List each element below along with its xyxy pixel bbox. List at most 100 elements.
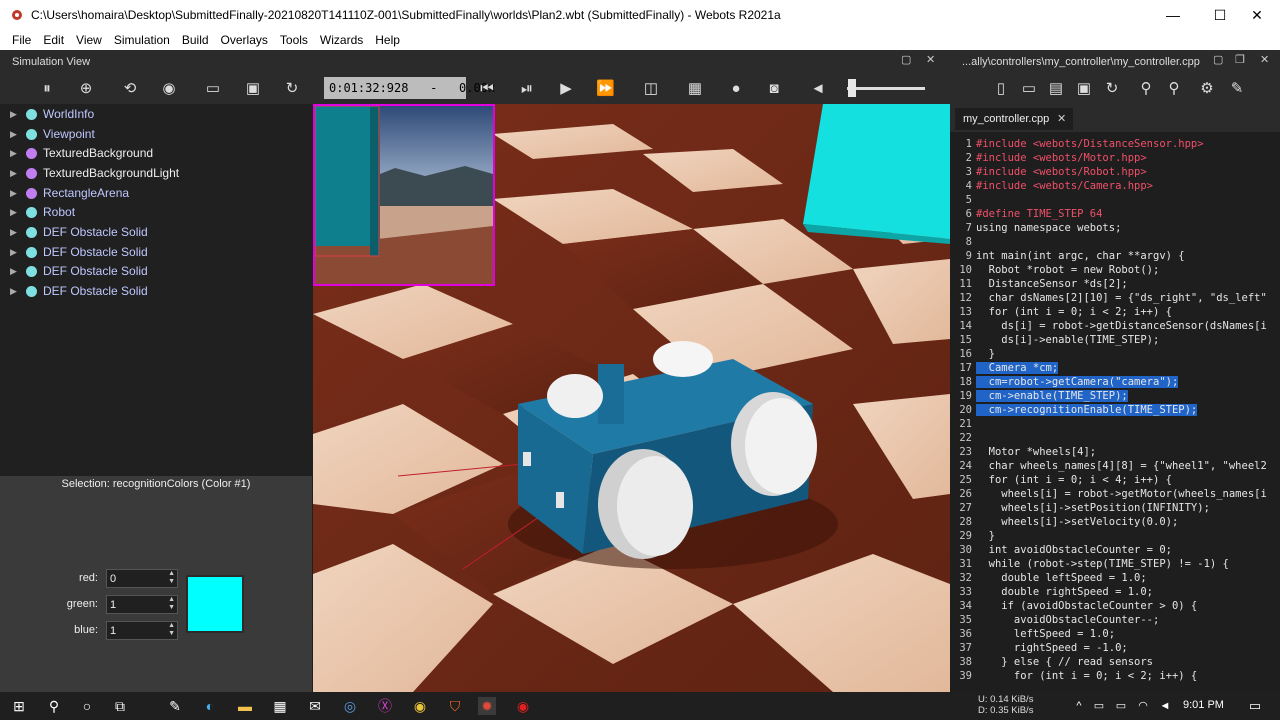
menu-help[interactable]: Help (375, 33, 400, 47)
notepad-icon[interactable]: ✎ (166, 697, 184, 715)
code-line[interactable]: 38 } else { // read sensors (950, 655, 1153, 669)
menu-wizards[interactable]: Wizards (320, 33, 363, 47)
expand-arrow-icon[interactable]: ▶ (10, 227, 26, 238)
step-icon[interactable]: ⏯ (518, 80, 536, 98)
hide-scene-tree-icon[interactable]: ⏸ (38, 80, 56, 98)
xd-icon[interactable]: Ⓧ (376, 697, 394, 715)
expand-arrow-icon[interactable]: ▶ (10, 148, 26, 159)
replace-icon[interactable]: ⚲ (1165, 80, 1183, 98)
code-line[interactable]: 32 double leftSpeed = 1.0; (950, 571, 1146, 585)
menu-edit[interactable]: Edit (43, 33, 64, 47)
code-line[interactable]: 21 (950, 417, 976, 431)
blue-field[interactable]: 1 ▲ ▼ (106, 621, 178, 640)
volume-slider[interactable] (847, 87, 925, 90)
new-file-icon[interactable]: ▯ (992, 80, 1010, 98)
tab-my-controller[interactable]: my_controller.cpp ✕ (955, 108, 1073, 130)
clock[interactable]: 9:01 PM (1183, 699, 1224, 711)
tree-item-robot[interactable]: ▶ Robot (10, 203, 75, 221)
run-icon[interactable]: ▶ (557, 80, 575, 98)
code-line[interactable]: 14 ds[i] = robot->getDistanceSensor(dsNa… (950, 319, 1266, 333)
tray-overflow-icon[interactable]: ^ (1070, 697, 1088, 715)
code-line[interactable]: 2 #include <webots/Motor.hpp> (950, 151, 1147, 165)
code-line[interactable]: 30 int avoidObstacleCounter = 0; (950, 543, 1172, 557)
tray-app-icon[interactable]: ▭ (1090, 697, 1108, 715)
code-line[interactable]: 23 Motor *wheels[4]; (950, 445, 1096, 459)
reset-view-icon[interactable]: ⟲ (121, 80, 139, 98)
record-movie-icon[interactable]: ▦ (686, 80, 704, 98)
mail-icon[interactable]: ✉ (306, 697, 324, 715)
menu-overlays[interactable]: Overlays (221, 33, 268, 47)
chrome-icon[interactable]: ◉ (411, 697, 429, 715)
find-icon[interactable]: ⚲ (1137, 80, 1155, 98)
tree-item-obstacle-4[interactable]: ▶ DEF Obstacle Solid (10, 282, 148, 300)
code-line[interactable]: 28 wheels[i]->setVelocity(0.0); (950, 515, 1178, 529)
expand-arrow-icon[interactable]: ▶ (10, 109, 26, 120)
menu-view[interactable]: View (76, 33, 102, 47)
code-line[interactable]: 8 (950, 235, 976, 249)
tree-item-viewpoint[interactable]: ▶ Viewpoint (10, 125, 95, 143)
search-icon[interactable]: ⚲ (45, 697, 63, 715)
dock-close-icon[interactable]: ✕ (926, 53, 935, 66)
code-line[interactable]: 12 char dsNames[2][10] = {"ds_right", "d… (950, 291, 1266, 305)
save-file-icon[interactable]: ▣ (1075, 80, 1093, 98)
code-line[interactable]: 35 avoidObstacleCounter--; (950, 613, 1159, 627)
code-line[interactable]: 13 for (int i = 0; i < 2; i++) { (950, 305, 1172, 319)
menu-tools[interactable]: Tools (280, 33, 308, 47)
expand-arrow-icon[interactable]: ▶ (10, 286, 26, 297)
menu-file[interactable]: File (12, 33, 31, 47)
tree-item-obstacle-1[interactable]: ▶ DEF Obstacle Solid (10, 223, 148, 241)
editor-close-icon[interactable]: ✕ (1260, 53, 1269, 66)
code-line[interactable]: 5 (950, 193, 976, 207)
windows-start-icon[interactable]: ⊞ (10, 697, 28, 715)
rendering-icon[interactable]: ◫ (642, 80, 660, 98)
code-line[interactable]: 20 cm->recognitionEnable(TIME_STEP); (950, 403, 1198, 417)
edge-icon[interactable]: ◐ (201, 697, 219, 715)
tree-item-obstacle-2[interactable]: ▶ DEF Obstacle Solid (10, 243, 148, 261)
save-world-icon[interactable]: ▣ (244, 80, 262, 98)
volume-slider-knob[interactable] (848, 79, 856, 97)
add-node-icon[interactable]: ⊕ (77, 80, 95, 98)
spin-arrows-icon[interactable]: ▲ ▼ (168, 596, 175, 612)
menu-build[interactable]: Build (182, 33, 209, 47)
code-editor[interactable]: 1 #include <webots/DistanceSensor.hpp> 2 #i… (950, 132, 1280, 692)
code-line[interactable]: 15 ds[i]->enable(TIME_STEP); (950, 333, 1159, 347)
spin-arrows-icon[interactable]: ▲ ▼ (168, 622, 175, 638)
code-line[interactable]: 11 DistanceSensor *ds[2]; (950, 277, 1127, 291)
expand-arrow-icon[interactable]: ▶ (10, 207, 26, 218)
red-field[interactable]: 0 ▲ ▼ (106, 569, 178, 588)
code-line[interactable]: 27 wheels[i]->setPosition(INFINITY); (950, 501, 1210, 515)
dock-float-icon[interactable]: ▢ (901, 53, 911, 66)
build-gear-icon[interactable]: ⚙ (1198, 80, 1216, 98)
record-animation-icon[interactable]: ● (727, 80, 745, 98)
reset-simulation-icon[interactable]: ⏮ (478, 80, 496, 98)
webots-taskbar-icon[interactable]: ✹ (478, 697, 496, 715)
code-line[interactable]: 6 #define TIME_STEP 64 (950, 207, 1103, 221)
visibility-eye-icon[interactable]: ◉ (160, 80, 178, 98)
tree-item-rectanglearena[interactable]: ▶ RectangleArena (10, 184, 129, 202)
menu-simulation[interactable]: Simulation (114, 33, 170, 47)
code-line[interactable]: 3 #include <webots/Robot.hpp> (950, 165, 1147, 179)
code-line[interactable]: 19 cm->enable(TIME_STEP); (950, 389, 1128, 403)
expand-arrow-icon[interactable]: ▶ (10, 247, 26, 258)
tree-item-obstacle-3[interactable]: ▶ DEF Obstacle Solid (10, 262, 148, 280)
clean-broom-icon[interactable]: ✎ (1228, 80, 1246, 98)
expand-arrow-icon[interactable]: ▶ (10, 188, 26, 199)
wifi-icon[interactable]: ◠ (1134, 697, 1152, 715)
code-line[interactable]: 7 using namespace webots; (950, 221, 1122, 235)
battery-icon[interactable]: ▭ (1112, 697, 1130, 715)
editor-restore-icon[interactable]: ❐ (1235, 53, 1245, 66)
reload-world-icon[interactable]: ↻ (283, 80, 301, 98)
minimize-button[interactable]: — (1150, 0, 1196, 30)
code-line[interactable]: 9 int main(int argc, char **argv) { (950, 249, 1185, 263)
mute-sound-icon[interactable]: ◄ (809, 80, 827, 98)
editor-float-icon[interactable]: ▢ (1213, 53, 1223, 66)
recorder-icon[interactable]: ◉ (514, 697, 532, 715)
code-line[interactable]: 16 } (950, 347, 995, 361)
code-line[interactable]: 39 for (int i = 0; i < 2; i++) { (950, 669, 1197, 683)
cortana-icon[interactable]: ○ (78, 697, 96, 715)
brave-icon[interactable]: ⛉ (446, 697, 464, 715)
code-line[interactable]: 1 #include <webots/DistanceSensor.hpp> (950, 137, 1204, 151)
code-line[interactable]: 10 Robot *robot = new Robot(); (950, 263, 1159, 277)
spin-arrows-icon[interactable]: ▲ ▼ (168, 570, 175, 586)
store-icon[interactable]: ▦ (271, 697, 289, 715)
